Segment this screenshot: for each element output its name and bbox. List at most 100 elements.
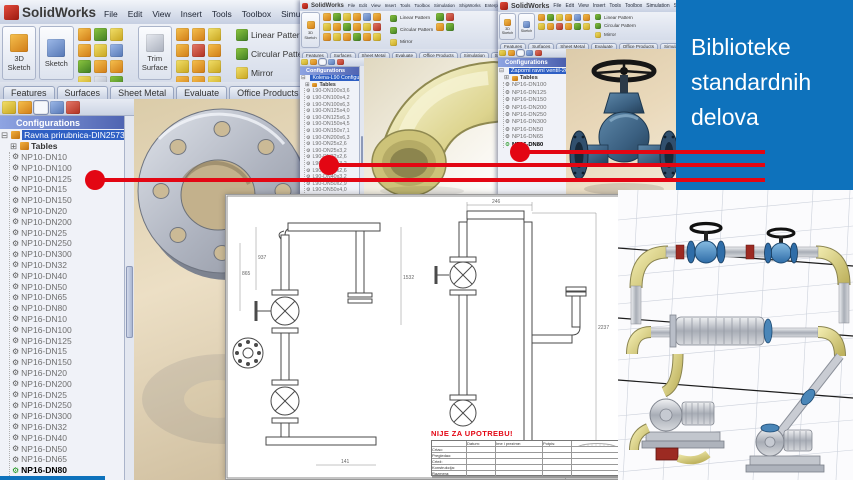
propertymanager-tab-icon[interactable]: [310, 59, 317, 65]
commandmanager-tab[interactable]: Evaluate: [176, 86, 227, 99]
toolbar-icon[interactable]: [176, 28, 189, 41]
mirror-button[interactable]: Mirror: [595, 32, 636, 38]
configuration-item[interactable]: ⚙ NP10-DN25: [12, 227, 134, 238]
toolbar-icon[interactable]: [373, 23, 381, 31]
toolbar-icon[interactable]: [556, 14, 563, 21]
toolbar-icon[interactable]: [583, 23, 590, 30]
dimxpert-tab-icon[interactable]: [50, 101, 64, 114]
menu-item[interactable]: View: [578, 3, 589, 9]
featuremanager-tab-icon[interactable]: [499, 50, 506, 56]
menu-item[interactable]: Insert: [593, 3, 606, 9]
toolbar-icon[interactable]: [373, 33, 381, 41]
configuration-item[interactable]: ⚙ L90-DN125x4,0: [306, 108, 364, 115]
configuration-item[interactable]: ⚙ NP16-DN200: [12, 378, 134, 389]
toolbar-icon[interactable]: [343, 23, 351, 31]
menu-item[interactable]: Toolbox: [242, 9, 271, 19]
toolbar-icon[interactable]: [323, 23, 331, 31]
configuration-item[interactable]: ⚙ NP10-DN300: [12, 249, 134, 260]
expand-icon[interactable]: ⊞: [504, 75, 509, 81]
configuration-item[interactable]: ⚙ NP10-DN200: [12, 216, 134, 227]
configuration-item[interactable]: ⚙ NP16-DN125: [505, 89, 566, 96]
configuration-item[interactable]: ⚙ NP16-DN32: [12, 422, 134, 433]
tree-root-item[interactable]: ⊟ Kolena-L90 Configurati: [300, 75, 364, 82]
toolbar-icon[interactable]: [446, 13, 454, 21]
toolbar-icon[interactable]: [78, 28, 91, 41]
configuration-item[interactable]: ⚙ L90-DN50x4,0: [306, 187, 364, 194]
configuration-item[interactable]: ⚙ NP10-DN100: [12, 162, 134, 173]
trim-surface-button[interactable]: Trim Surface: [138, 26, 172, 80]
configuration-item[interactable]: ⚙ NP16-DN50: [12, 443, 134, 454]
menu-item[interactable]: Tools: [400, 3, 411, 8]
dimxpert-tab-icon[interactable]: [526, 50, 533, 56]
linear-pattern-button[interactable]: Linear Pattern: [390, 15, 433, 22]
elbow-3d-viewport[interactable]: [364, 58, 506, 196]
tree-scrollbar[interactable]: [124, 116, 134, 480]
sketch-button[interactable]: Sketch: [39, 26, 73, 80]
menu-item[interactable]: Edit: [128, 9, 143, 19]
toolbar-icon[interactable]: [574, 23, 581, 30]
toolbar-icon[interactable]: [373, 13, 381, 21]
toolbar-icon[interactable]: [565, 23, 572, 30]
displaymanager-tab-icon[interactable]: [337, 59, 344, 65]
toolbar-icon[interactable]: [333, 23, 341, 31]
tree-tables-item[interactable]: ⊞ Tables: [9, 141, 134, 152]
configuration-item[interactable]: ⚙ NP16-DN150: [12, 357, 134, 368]
toolbar-icon[interactable]: [343, 13, 351, 21]
configurationmanager-tab-icon[interactable]: [34, 101, 48, 114]
configuration-item[interactable]: ⚙ L90-DN25x3,2: [306, 148, 364, 155]
toolbar-icon[interactable]: [363, 13, 371, 21]
menu-item[interactable]: Toolbox: [414, 3, 430, 8]
toolbar-icon[interactable]: [192, 44, 205, 57]
toolbar-icon[interactable]: [446, 23, 454, 31]
toolbar-icon[interactable]: [538, 23, 545, 30]
toolbar-icon[interactable]: [176, 44, 189, 57]
configuration-item[interactable]: ⚙ NP16-DN100: [12, 324, 134, 335]
displaymanager-tab-icon[interactable]: [66, 101, 80, 114]
configuration-item[interactable]: ⚙ NP10-DN80: [12, 303, 134, 314]
configuration-item[interactable]: ⚙ NP16-DN200: [505, 104, 566, 111]
toolbar-icon[interactable]: [353, 13, 361, 21]
menu-item[interactable]: Edit: [359, 3, 367, 8]
configuration-item[interactable]: ⚙ L90-DN125x6,3: [306, 115, 364, 122]
toolbar-icon[interactable]: [538, 14, 545, 21]
featuremanager-tab-icon[interactable]: [2, 101, 16, 114]
configuration-item[interactable]: ⚙ NP10-DN32: [12, 260, 134, 271]
configuration-item[interactable]: ⚙ L90-DN100x4,2: [306, 95, 364, 102]
toolbar-icon[interactable]: [78, 44, 91, 57]
collapse-icon[interactable]: ⊟: [1, 130, 8, 141]
toolbar-icon[interactable]: [110, 60, 123, 73]
configuration-item[interactable]: ⚙ NP16-DN15: [12, 346, 134, 357]
toolbar-icon[interactable]: [176, 60, 189, 73]
featuremanager-tab-icon[interactable]: [301, 59, 308, 65]
commandmanager-tab[interactable]: Surfaces: [57, 86, 109, 99]
toolbar-icon[interactable]: [565, 14, 572, 21]
configurationmanager-tab-icon[interactable]: [517, 50, 524, 56]
menu-item[interactable]: View: [152, 9, 170, 19]
configuration-item[interactable]: ⚙ NP16-DN300: [12, 411, 134, 422]
configuration-item[interactable]: ⚙ L90-DN200x6,3: [306, 134, 364, 141]
toolbar-icon[interactable]: [583, 14, 590, 21]
configuration-item[interactable]: ⚙ NP10-DN150: [12, 195, 134, 206]
toolbar-icon[interactable]: [94, 44, 107, 57]
scrollbar-thumb[interactable]: [126, 266, 133, 338]
toolbar-icon[interactable]: [333, 33, 341, 41]
configuration-item[interactable]: ⚙ NP16-DN150: [505, 97, 566, 104]
collapse-icon[interactable]: ⊟: [499, 68, 504, 74]
configuration-item[interactable]: ⚙ NP16-DN80: [12, 465, 134, 476]
dimxpert-tab-icon[interactable]: [328, 59, 335, 65]
toolbar-icon[interactable]: [547, 14, 554, 21]
toolbar-icon[interactable]: [78, 60, 91, 73]
toolbar-icon[interactable]: [556, 23, 563, 30]
toolbar-icon[interactable]: [323, 33, 331, 41]
configuration-item[interactable]: ⚙ NP16-DN65: [505, 134, 566, 141]
menu-item[interactable]: Tools: [212, 9, 232, 19]
valve-3d-viewport[interactable]: [566, 49, 678, 196]
3d-sketch-button[interactable]: 3D Sketch: [499, 13, 516, 40]
menu-item[interactable]: Tools: [609, 3, 621, 9]
mirror-button[interactable]: Mirror: [390, 39, 433, 46]
configuration-item[interactable]: ⚙ L90-DN25x2,6: [306, 141, 364, 148]
menu-item[interactable]: File: [553, 3, 561, 9]
configuration-item[interactable]: ⚙ NP10-DN10: [12, 152, 134, 163]
toolbar-icon[interactable]: [343, 33, 351, 41]
tree-tables-item[interactable]: ⊞ Tables: [304, 82, 364, 89]
